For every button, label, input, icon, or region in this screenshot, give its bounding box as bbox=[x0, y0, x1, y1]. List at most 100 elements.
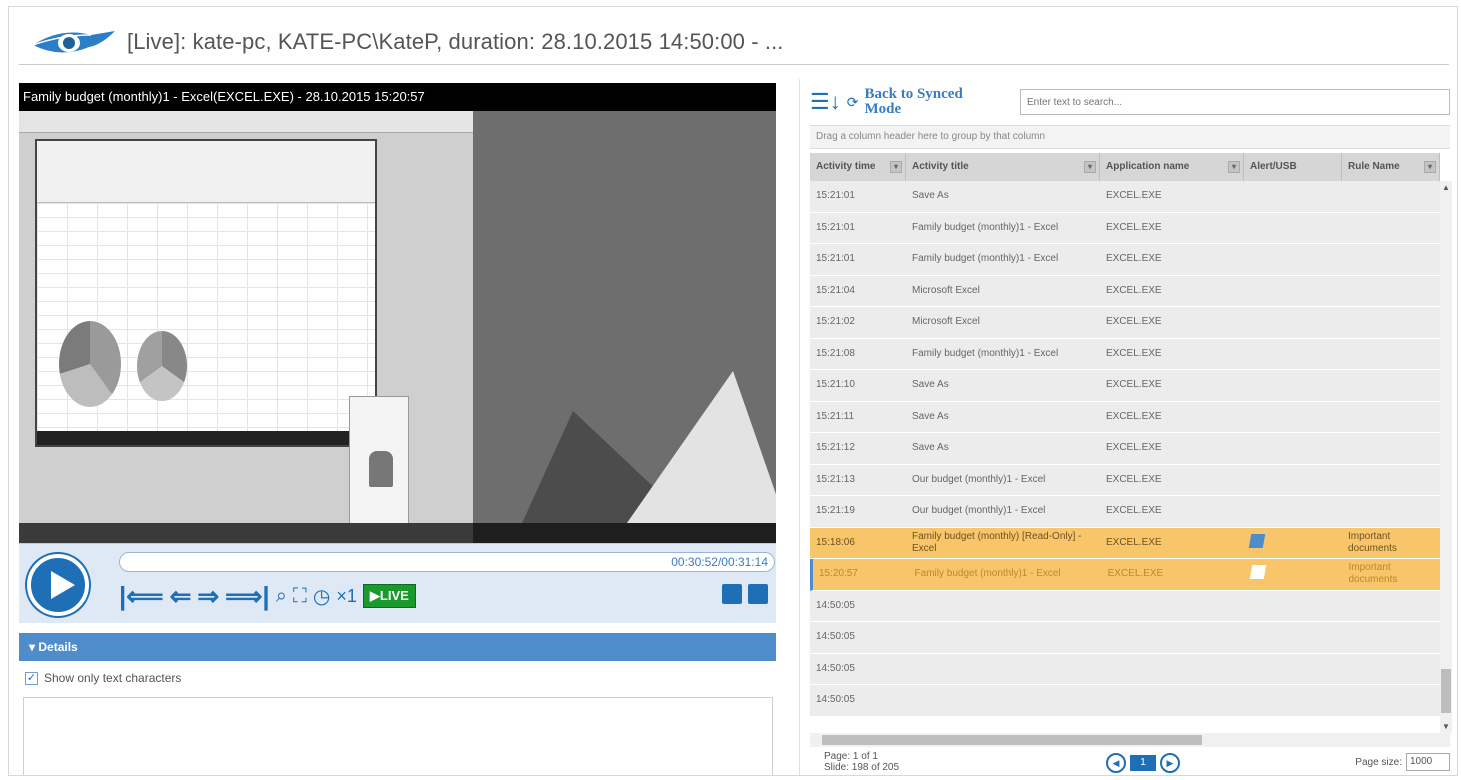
cell-activity-time: 15:21:01 bbox=[816, 253, 855, 265]
cell-application-name: EXCEL.EXE bbox=[1106, 284, 1162, 296]
cell-application-name: EXCEL.EXE bbox=[1106, 505, 1162, 517]
next-icon[interactable]: ⇒ bbox=[197, 583, 219, 609]
cell-activity-time: 15:21:19 bbox=[816, 505, 855, 517]
details-panel-header[interactable]: ▾ Details bbox=[19, 633, 776, 661]
table-row[interactable]: 15:21:01 Family budget (monthly)1 - Excel… bbox=[810, 212, 1440, 244]
column-rule-name[interactable]: Rule Name ▾ bbox=[1342, 153, 1440, 181]
cell-application-name: EXCEL.EXE bbox=[1106, 253, 1162, 265]
scroll-up-icon[interactable]: ▲ bbox=[1442, 183, 1450, 192]
search-input[interactable] bbox=[1020, 89, 1450, 115]
back-to-synced-mode-button[interactable]: Back to Synced Mode bbox=[864, 87, 994, 117]
scroll-thumb[interactable] bbox=[822, 735, 1202, 745]
session-title: [Live]: kate-pc, KATE-PC\KateP, duration… bbox=[127, 29, 784, 54]
filter-icon[interactable]: ▾ bbox=[1424, 161, 1436, 173]
export-image-icon[interactable] bbox=[722, 584, 742, 604]
page-size-select[interactable]: 1000 bbox=[1406, 753, 1450, 771]
cell-activity-time: 15:21:01 bbox=[816, 221, 855, 233]
cell-activity-time: 15:18:06 bbox=[816, 536, 855, 548]
cell-activity-title: Family budget (monthly) [Read-Only] - Ex… bbox=[912, 530, 1082, 554]
go-to-end-icon[interactable]: ⟹| bbox=[225, 583, 270, 609]
details-text-area[interactable] bbox=[23, 697, 773, 775]
cell-rule-name: Important documents bbox=[1348, 562, 1398, 586]
chevron-down-icon: ▾ bbox=[29, 640, 39, 654]
playback-toolbar: |⟸ ⇐ ⇒ ⟹| ⌕ ⛶ ◷ ×1 ▶LIVE bbox=[119, 582, 416, 610]
cell-alert bbox=[1244, 533, 1342, 552]
table-row[interactable]: 15:20:57 Family budget (monthly)1 - Excel… bbox=[810, 559, 1440, 591]
column-label: Application name bbox=[1106, 161, 1190, 172]
zoom-icon[interactable]: ⌕ bbox=[276, 585, 287, 608]
cell-application-name: EXCEL.EXE bbox=[1106, 379, 1162, 391]
column-activity-time[interactable]: Activity time ▾ bbox=[810, 153, 906, 181]
browser-bar bbox=[19, 111, 473, 133]
cell-activity-time: 14:50:05 bbox=[816, 631, 855, 643]
playback-speed[interactable]: ×1 bbox=[336, 586, 357, 607]
prev-page-icon[interactable]: ◀ bbox=[1106, 753, 1126, 773]
table-row[interactable]: 15:21:19 Our budget (monthly)1 - Excel EXC… bbox=[810, 496, 1440, 528]
text-only-option[interactable]: ✓ Show only text characters bbox=[25, 671, 181, 685]
video-title: Family budget (monthly)1 - Excel(EXCEL.E… bbox=[19, 83, 776, 111]
filter-icon[interactable]: ▾ bbox=[1228, 161, 1240, 173]
column-label: Activity title bbox=[912, 161, 969, 172]
clock-icon[interactable]: ◷ bbox=[313, 584, 330, 609]
flag-icon bbox=[1249, 565, 1267, 580]
cell-application-name: EXCEL.EXE bbox=[1107, 568, 1164, 580]
progress-bar[interactable]: 00:30:52/00:31:14 bbox=[119, 552, 775, 572]
page-navigation: ◀ 1 ▶ bbox=[1106, 753, 1180, 773]
table-row[interactable]: 15:21:08 Family budget (monthly)1 - Excel… bbox=[810, 338, 1440, 370]
table-row[interactable]: 15:18:06 Family budget (monthly) [Read-On… bbox=[810, 527, 1440, 559]
filter-icon[interactable]: ▾ bbox=[1084, 161, 1096, 173]
next-page-icon[interactable]: ▶ bbox=[1160, 753, 1180, 773]
slide-count: Slide: 198 of 205 bbox=[824, 762, 900, 773]
page-count: Page: 1 of 1 bbox=[824, 751, 878, 762]
fit-screen-icon[interactable]: ⛶ bbox=[293, 585, 307, 608]
show-text-label: Show only text characters bbox=[44, 671, 182, 685]
group-by-area[interactable]: Drag a column header here to group by th… bbox=[810, 125, 1450, 149]
desktop-capture bbox=[19, 111, 473, 543]
cell-activity-title: Our budget (monthly)1 - Excel bbox=[912, 505, 1046, 517]
export-video-icon[interactable] bbox=[748, 584, 768, 604]
page-info: Page: 1 of 1 Slide: 198 of 205 bbox=[824, 751, 899, 773]
table-row[interactable]: 15:21:10 Save As EXCEL.EXE bbox=[810, 370, 1440, 402]
table-row[interactable]: 15:21:01 Family budget (monthly)1 - Excel… bbox=[810, 244, 1440, 276]
table-row[interactable]: 15:21:01 Save As EXCEL.EXE bbox=[810, 181, 1440, 213]
table-row[interactable]: 15:21:12 Save As EXCEL.EXE bbox=[810, 433, 1440, 465]
cell-application-name: EXCEL.EXE bbox=[1106, 410, 1162, 422]
table-row[interactable]: 15:21:04 Microsoft Excel EXCEL.EXE bbox=[810, 275, 1440, 307]
table-row[interactable]: 14:50:05 bbox=[810, 653, 1440, 685]
column-label: Activity time bbox=[816, 161, 876, 172]
play-button[interactable] bbox=[27, 554, 89, 616]
cell-activity-time: 15:21:02 bbox=[816, 316, 855, 328]
taskbar-capture bbox=[19, 523, 473, 543]
cell-application-name: EXCEL.EXE bbox=[1106, 473, 1162, 485]
sync-icon[interactable]: ⟳ bbox=[847, 91, 859, 113]
previous-icon[interactable]: ⇐ bbox=[170, 583, 192, 609]
cell-activity-time: 15:21:11 bbox=[816, 410, 855, 422]
column-alert-usb[interactable]: Alert/USB bbox=[1244, 153, 1342, 181]
scroll-thumb[interactable] bbox=[1441, 669, 1451, 713]
filter-icon[interactable]: ▾ bbox=[890, 161, 902, 173]
horizontal-scrollbar[interactable] bbox=[810, 733, 1450, 747]
column-activity-title[interactable]: Activity title ▾ bbox=[906, 153, 1100, 181]
table-row[interactable]: 15:21:11 Save As EXCEL.EXE bbox=[810, 401, 1440, 433]
table-row[interactable]: 14:50:05 bbox=[810, 685, 1440, 717]
sort-list-icon[interactable]: ☰↓ bbox=[810, 91, 841, 113]
column-application-name[interactable]: Application name ▾ bbox=[1100, 153, 1244, 181]
live-button[interactable]: ▶LIVE bbox=[362, 584, 416, 608]
cell-activity-time: 15:21:01 bbox=[816, 190, 855, 202]
table-row[interactable]: 14:50:05 bbox=[810, 622, 1440, 654]
screenshot-view[interactable] bbox=[19, 111, 776, 543]
table-row[interactable]: 14:50:05 bbox=[810, 590, 1440, 622]
wallpaper-capture bbox=[473, 111, 776, 543]
eye-logo-icon bbox=[32, 31, 115, 53]
cell-activity-title: Save As bbox=[912, 379, 949, 391]
show-text-checkbox[interactable]: ✓ bbox=[25, 671, 38, 685]
table-row[interactable]: 15:21:02 Microsoft Excel EXCEL.EXE bbox=[810, 307, 1440, 339]
vertical-scrollbar[interactable]: ▲ ▼ bbox=[1440, 181, 1452, 733]
cat-image bbox=[369, 451, 393, 487]
scroll-down-icon[interactable]: ▼ bbox=[1442, 722, 1450, 731]
current-page-button[interactable]: 1 bbox=[1130, 755, 1156, 771]
go-to-start-icon[interactable]: |⟸ bbox=[119, 583, 164, 609]
cell-activity-time: 15:20:57 bbox=[819, 568, 858, 580]
table-row[interactable]: 15:21:13 Our budget (monthly)1 - Excel EXC… bbox=[810, 464, 1440, 496]
cell-application-name: EXCEL.EXE bbox=[1106, 221, 1162, 233]
